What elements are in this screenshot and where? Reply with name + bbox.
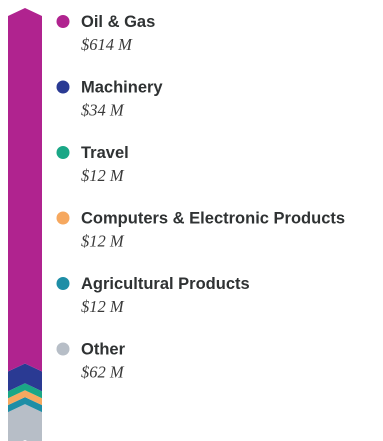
legend-value: $12 M xyxy=(81,297,125,316)
legend-label: Agricultural Products xyxy=(81,275,250,293)
legend-dot xyxy=(56,146,70,159)
legend-dot xyxy=(56,15,70,28)
legend-item-travel: Travel $12 M xyxy=(56,144,129,185)
legend-label: Machinery xyxy=(81,79,163,97)
legend-item-machinery: Machinery $34 M xyxy=(56,79,163,120)
legend-dot xyxy=(56,80,70,94)
bar-segment-oil-and-gas xyxy=(8,8,42,372)
legend-item-computers-and-electronic-products: Computers & Electronic Products $12 M xyxy=(56,210,345,251)
legend-value: $12 M xyxy=(81,232,125,251)
stacked-bar-chart: Oil & Gas $614 M Machinery $34 M Travel $12 M… xyxy=(8,8,345,441)
legend-label: Travel xyxy=(81,144,129,162)
stacked-bar xyxy=(8,8,42,441)
legend-item-other: Other $62 M xyxy=(56,341,126,382)
legend-dot xyxy=(56,211,70,225)
legend-value: $34 M xyxy=(81,101,125,120)
legend: Oil & Gas $614 M Machinery $34 M Travel $12 M… xyxy=(56,13,345,382)
legend-value: $12 M xyxy=(81,166,125,185)
legend-item-oil-and-gas: Oil & Gas $614 M xyxy=(56,13,155,54)
legend-value: $614 M xyxy=(81,35,133,54)
legend-label: Computers & Electronic Products xyxy=(81,210,345,228)
legend-label: Oil & Gas xyxy=(81,13,155,31)
legend-label: Other xyxy=(81,341,126,359)
legend-dot xyxy=(56,277,70,290)
legend-item-agricultural-products: Agricultural Products $12 M xyxy=(56,275,250,316)
legend-value: $62 M xyxy=(81,363,125,382)
legend-dot xyxy=(56,342,70,356)
